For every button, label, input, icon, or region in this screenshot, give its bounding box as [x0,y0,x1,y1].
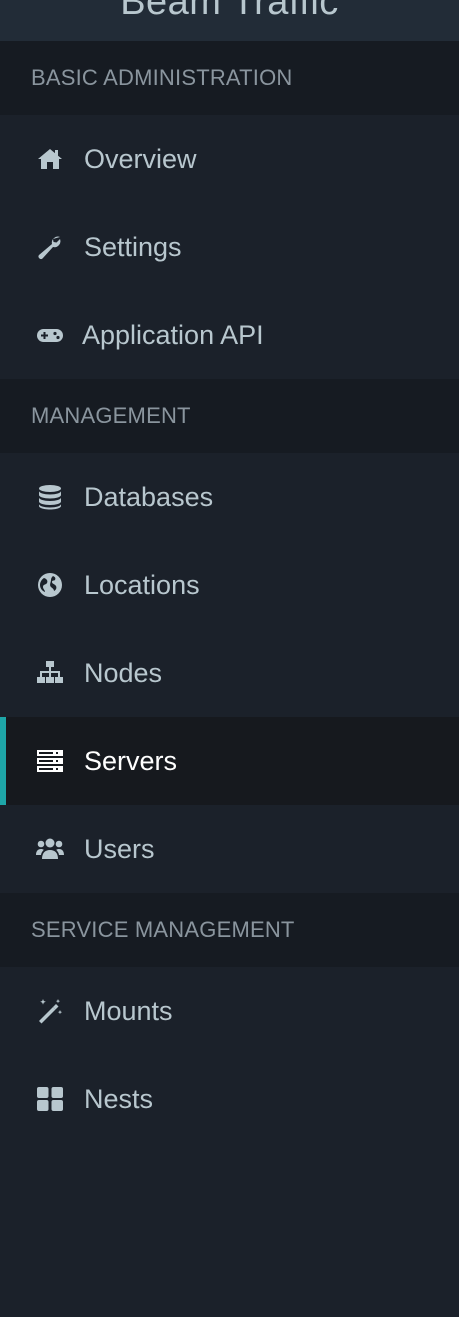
sidebar-item-nests[interactable]: Nests [0,1055,459,1143]
section-header-basic-administration: BASIC ADMINISTRATION [0,41,459,115]
users-icon [35,834,65,864]
brand-title: Beam Traffic [120,0,339,23]
sidebar-item-databases[interactable]: Databases [0,453,459,541]
admin-sidebar: Beam Traffic BASIC ADMINISTRATION Overvi… [0,0,459,1317]
home-icon [35,144,65,174]
sitemap-icon [35,658,65,688]
sidebar-item-label: Settings [84,231,182,262]
sidebar-item-application-api[interactable]: Application API [0,291,459,379]
sidebar-item-label: Servers [84,745,178,776]
gamepad-icon [35,320,65,350]
sidebar-item-locations[interactable]: Locations [0,541,459,629]
sidebar-item-overview[interactable]: Overview [0,115,459,203]
section-header-management: MANAGEMENT [0,379,459,453]
brand-header[interactable]: Beam Traffic [0,0,459,41]
magic-wand-icon [35,996,65,1026]
wrench-icon [35,232,65,262]
sidebar-item-servers[interactable]: Servers [0,717,459,805]
sidebar-item-label: Nests [84,1083,154,1114]
sidebar-item-settings[interactable]: Settings [0,203,459,291]
sidebar-item-mounts[interactable]: Mounts [0,967,459,1055]
database-icon [35,482,65,512]
server-icon [35,746,65,776]
sidebar-item-label: Nodes [84,657,163,688]
sidebar-item-nodes[interactable]: Nodes [0,629,459,717]
sidebar-item-label: Users [84,833,155,864]
sidebar-item-label: Mounts [84,995,173,1026]
globe-icon [35,570,65,600]
sidebar-item-label: Locations [84,569,200,600]
sidebar-item-users[interactable]: Users [0,805,459,893]
sidebar-item-label: Databases [84,481,214,512]
sidebar-item-label: Application API [82,319,264,350]
section-header-service-management: SERVICE MANAGEMENT [0,893,459,967]
grid-icon [35,1084,65,1114]
sidebar-item-label: Overview [84,143,197,174]
